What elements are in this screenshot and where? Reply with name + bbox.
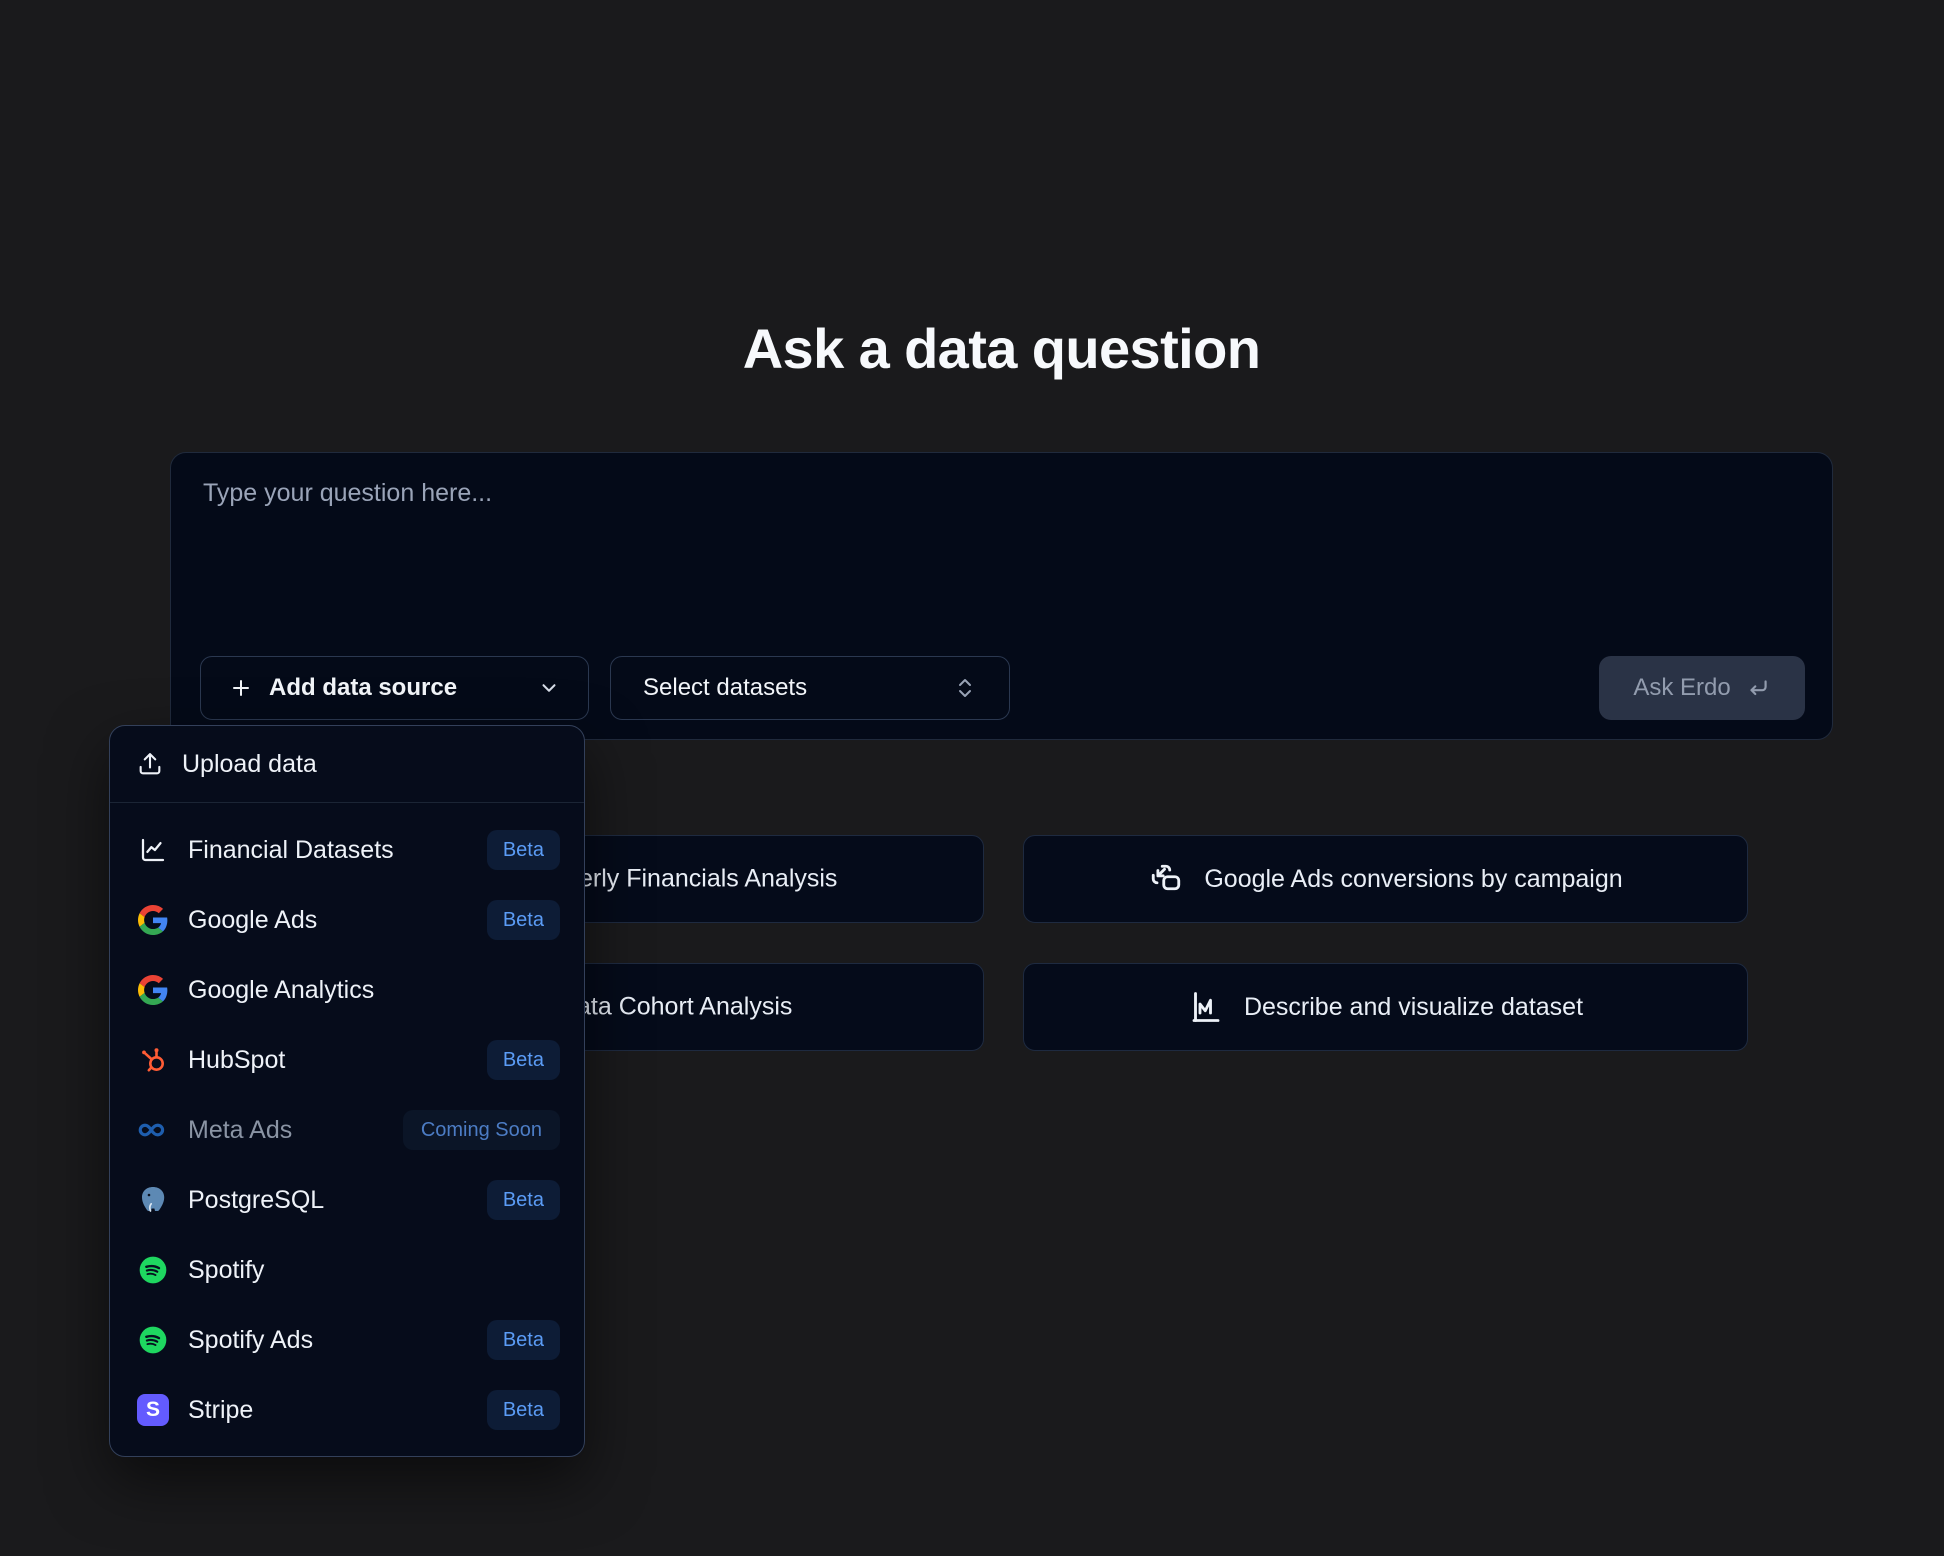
ask-erdo-label: Ask Erdo bbox=[1633, 674, 1730, 702]
menu-item-spotify[interactable]: Spotify bbox=[110, 1235, 584, 1305]
beta-badge: Beta bbox=[487, 900, 560, 940]
google-icon bbox=[138, 905, 168, 935]
beta-badge: Beta bbox=[487, 1040, 560, 1080]
suggestion-card-describe-visualize[interactable]: Describe and visualize dataset bbox=[1023, 963, 1748, 1051]
menu-item-stripe[interactable]: S Stripe Beta bbox=[110, 1375, 584, 1445]
suggestion-card-label: erly Financials Analysis bbox=[579, 865, 837, 894]
stripe-icon: S bbox=[137, 1394, 169, 1426]
menu-item-label: Spotify bbox=[188, 1256, 264, 1285]
upload-data-label: Upload data bbox=[182, 750, 317, 779]
beta-badge: Beta bbox=[487, 830, 560, 870]
select-datasets-label: Select datasets bbox=[643, 674, 807, 702]
plus-icon bbox=[229, 676, 253, 700]
data-source-list: Financial Datasets Beta Google Ads Beta … bbox=[110, 803, 584, 1453]
menu-item-label: Stripe bbox=[188, 1396, 253, 1425]
add-data-source-button[interactable]: Add data source bbox=[200, 656, 589, 720]
menu-item-label: Financial Datasets bbox=[188, 836, 394, 865]
page-title: Ask a data question bbox=[170, 316, 1833, 381]
postgresql-icon bbox=[137, 1184, 169, 1216]
chevrons-up-down-icon bbox=[953, 676, 977, 700]
menu-item-postgresql[interactable]: PostgreSQL Beta bbox=[110, 1165, 584, 1235]
chevron-down-icon bbox=[538, 677, 560, 699]
menu-item-financial-datasets[interactable]: Financial Datasets Beta bbox=[110, 815, 584, 885]
chart-line-icon bbox=[138, 835, 168, 865]
suggestion-card-label: Describe and visualize dataset bbox=[1244, 993, 1583, 1022]
return-icon bbox=[1745, 675, 1771, 701]
menu-item-spotify-ads[interactable]: Spotify Ads Beta bbox=[110, 1305, 584, 1375]
hubspot-icon bbox=[137, 1044, 169, 1076]
menu-item-label: PostgreSQL bbox=[188, 1186, 324, 1215]
suggestion-card-label: ata Cohort Analysis bbox=[577, 993, 792, 1022]
suggestion-card-google-ads-conversions[interactable]: Google Ads conversions by campaign bbox=[1023, 835, 1748, 923]
menu-item-label: Google Ads bbox=[188, 906, 317, 935]
menu-item-google-ads[interactable]: Google Ads Beta bbox=[110, 885, 584, 955]
add-data-source-label: Add data source bbox=[269, 674, 457, 702]
campaign-merge-icon bbox=[1148, 861, 1184, 897]
menu-item-meta-ads[interactable]: Meta Ads Coming Soon bbox=[110, 1095, 584, 1165]
upload-icon bbox=[136, 750, 164, 778]
menu-item-hubspot[interactable]: HubSpot Beta bbox=[110, 1025, 584, 1095]
menu-item-label: Google Analytics bbox=[188, 976, 374, 1005]
menu-item-label: Meta Ads bbox=[188, 1116, 292, 1145]
suggestion-card-label: Google Ads conversions by campaign bbox=[1204, 865, 1622, 894]
question-input[interactable] bbox=[201, 477, 1785, 631]
beta-badge: Beta bbox=[487, 1390, 560, 1430]
ask-erdo-button[interactable]: Ask Erdo bbox=[1599, 656, 1805, 720]
menu-item-google-analytics[interactable]: Google Analytics bbox=[110, 955, 584, 1025]
coming-soon-badge: Coming Soon bbox=[403, 1110, 560, 1150]
menu-item-upload-data[interactable]: Upload data bbox=[110, 726, 584, 803]
select-datasets-button[interactable]: Select datasets bbox=[610, 656, 1010, 720]
chart-visualize-icon bbox=[1188, 989, 1224, 1025]
add-data-source-dropdown: Upload data Financial Datasets Beta Goog… bbox=[109, 725, 585, 1457]
menu-item-label: HubSpot bbox=[188, 1046, 285, 1075]
question-composer-panel: Add data source Select datasets Ask Erdo bbox=[170, 452, 1833, 740]
google-icon bbox=[138, 975, 168, 1005]
beta-badge: Beta bbox=[487, 1320, 560, 1360]
spotify-icon bbox=[137, 1254, 169, 1286]
beta-badge: Beta bbox=[487, 1180, 560, 1220]
meta-icon bbox=[136, 1113, 170, 1147]
spotify-icon bbox=[137, 1324, 169, 1356]
menu-item-label: Spotify Ads bbox=[188, 1326, 313, 1355]
